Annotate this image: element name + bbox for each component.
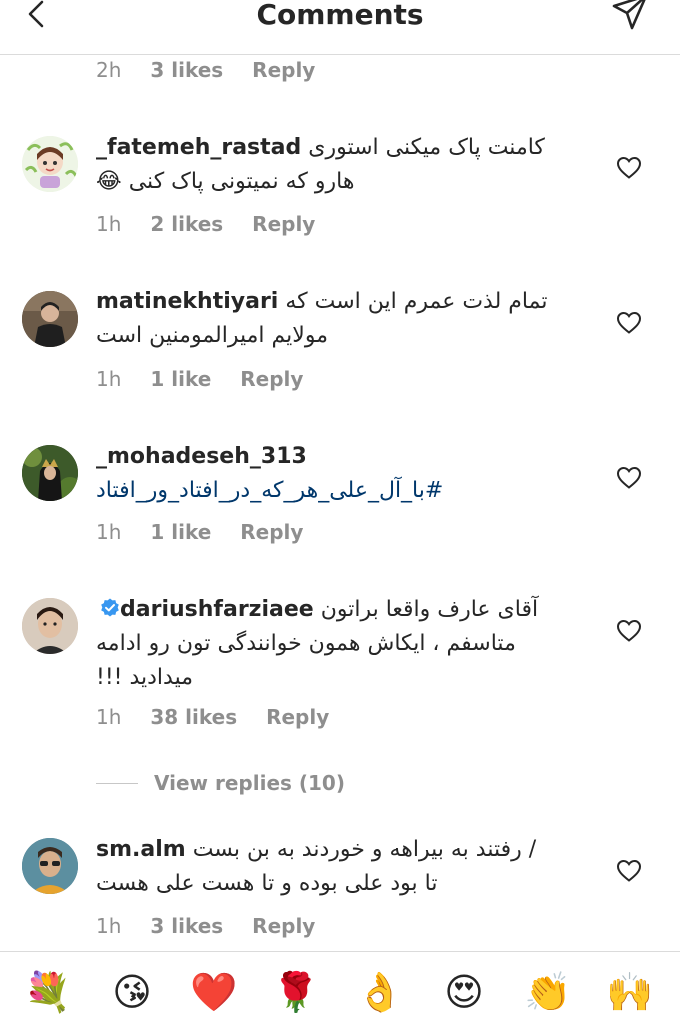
comment-line-text: آقای عارف واقعا براتون: [320, 597, 539, 622]
likes-count[interactable]: 2 likes: [150, 212, 223, 236]
avatar[interactable]: [22, 291, 78, 347]
comment-line-text: هارو که نمیتونی پاک کنی: [128, 169, 355, 194]
comment-time: 1h: [96, 705, 122, 729]
emoji: 😂: [96, 169, 122, 194]
comment-line: آقای عارف واقعا براتون dariushfarziaee: [96, 593, 566, 627]
verified-badge-icon: [101, 598, 119, 617]
like-button[interactable]: [616, 466, 642, 490]
like-button[interactable]: [616, 156, 642, 180]
comment-time: 1h: [96, 367, 122, 391]
comment-line-text: تمام لذت عمرم این است که: [285, 289, 548, 314]
heart-icon: [616, 859, 642, 882]
likes-count[interactable]: 38 likes: [150, 705, 237, 729]
likes-count[interactable]: 1 like: [150, 367, 211, 391]
avatar-image: [22, 445, 78, 501]
heart-icon: [616, 619, 642, 642]
reply-button[interactable]: Reply: [240, 367, 303, 391]
comment-time: 1h: [96, 520, 122, 544]
avatar-image: [22, 598, 78, 654]
avatar[interactable]: [22, 838, 78, 894]
clapping-hands-emoji-button[interactable]: 👏: [524, 968, 572, 1016]
username[interactable]: matinekhtiyari: [96, 289, 278, 314]
reply-button[interactable]: Reply: [266, 705, 329, 729]
page-title: Comments: [256, 0, 424, 31]
username[interactable]: dariushfarziaee: [120, 597, 314, 622]
comment-line-text: میدادید !!!: [96, 665, 194, 690]
username[interactable]: sm.alm: [96, 837, 186, 862]
comment-meta: 2h 3 likes Reply: [96, 58, 337, 82]
avatar[interactable]: [22, 598, 78, 654]
raised-hands-emoji-button[interactable]: 🙌: [606, 968, 654, 1016]
red-heart-emoji-button[interactable]: ❤️: [190, 968, 238, 1016]
heart-icon: [616, 156, 642, 179]
comment-meta: 1h 38 likes Reply: [96, 705, 351, 729]
divider: [0, 951, 680, 952]
divider: [96, 782, 138, 784]
header-bar: Comments: [0, 0, 680, 55]
reply-button[interactable]: Reply: [240, 520, 303, 544]
username[interactable]: _fatemeh_rastad: [96, 135, 301, 160]
emoji-reaction-bar: 💐 😘 ❤️ 🌹 👌 😍 👏 🙌: [0, 968, 680, 1024]
rose-emoji-button[interactable]: 🌹: [272, 968, 320, 1016]
comment-line-text: مولایم امیرالمومنین است: [96, 323, 328, 348]
heart-eyes-emoji-button[interactable]: 😍: [440, 968, 488, 1016]
avatar-image: [22, 838, 78, 894]
avatar-image: [22, 291, 78, 347]
comment-line: کامنت پاک میکنی استوری _fatemeh_rastad: [96, 131, 566, 165]
username[interactable]: _mohadeseh_313: [96, 444, 307, 469]
comment-body: تمام لذت عمرم این است که matinekhtiyari …: [96, 285, 566, 353]
avatar-image: [22, 136, 78, 192]
comment-line-text: / رفتند به بیراهه و خوردند به بن بست: [192, 837, 537, 862]
like-button[interactable]: [616, 859, 642, 883]
comment-time: 1h: [96, 914, 122, 938]
likes-count[interactable]: 3 likes: [150, 914, 223, 938]
comment-line: / رفتند به بیراهه و خوردند به بن بست sm.…: [96, 833, 566, 867]
bouquet-emoji-button[interactable]: 💐: [24, 968, 72, 1016]
heart-icon: [616, 311, 642, 334]
hashtag-link[interactable]: #با_آل_علی_هر_که_در_افتاد_ور_افتاد: [96, 478, 443, 503]
view-replies-button[interactable]: View replies (10): [96, 768, 345, 798]
comment-body: / رفتند به بیراهه و خوردند به بن بست sm.…: [96, 833, 566, 901]
comment-time: 1h: [96, 212, 122, 236]
comment-meta: 1h 1 like Reply: [96, 520, 325, 544]
like-button[interactable]: [616, 311, 642, 335]
comment-body: آقای عارف واقعا براتون dariushfarziaee م…: [96, 593, 566, 695]
kiss-face-emoji-button[interactable]: 😘: [108, 968, 156, 1016]
comment-line: هارو که نمیتونی پاک کنی 😂: [96, 165, 566, 199]
likes-count[interactable]: 1 like: [150, 520, 211, 544]
ok-hand-emoji-button[interactable]: 👌: [356, 968, 404, 1016]
avatar[interactable]: [22, 445, 78, 501]
like-button[interactable]: [616, 619, 642, 643]
comment-line-text: متاسفم ، ایکاش همون خوانندگی تون رو ادام…: [96, 631, 516, 656]
reply-button[interactable]: Reply: [252, 58, 315, 82]
paper-plane-icon: [612, 0, 646, 30]
comment-meta: 1h 2 likes Reply: [96, 212, 337, 236]
comment-line-text: تا بود علی بوده و تا هست علی هست: [96, 871, 438, 896]
comment-meta: 1h 1 like Reply: [96, 367, 325, 391]
comment-line-text: کامنت پاک میکنی استوری: [308, 135, 545, 160]
reply-button[interactable]: Reply: [252, 914, 315, 938]
comment-meta: 1h 3 likes Reply: [96, 914, 337, 938]
comment-line: تمام لذت عمرم این است که matinekhtiyari: [96, 285, 566, 319]
avatar[interactable]: [22, 136, 78, 192]
share-button[interactable]: [610, 0, 650, 34]
comment-body: _mohadeseh_313 #با_آل_علی_هر_که_در_افتاد…: [96, 440, 566, 508]
comment-body: کامنت پاک میکنی استوری _fatemeh_rastad ه…: [96, 131, 566, 199]
reply-button[interactable]: Reply: [252, 212, 315, 236]
view-replies-label: View replies (10): [154, 771, 345, 795]
heart-icon: [616, 466, 642, 489]
comment-time: 2h: [96, 58, 122, 82]
likes-count[interactable]: 3 likes: [150, 58, 223, 82]
